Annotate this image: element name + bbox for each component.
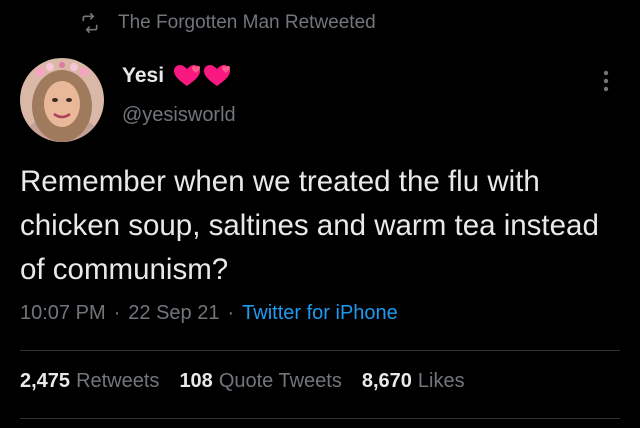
user-handle[interactable]: @yesisworld bbox=[122, 104, 236, 127]
tweet-date[interactable]: 22 Sep 21 bbox=[128, 302, 219, 325]
quote-tweets-stat[interactable]: 108 Quote Tweets bbox=[179, 370, 341, 393]
tweet-text: Remember when we treated the flu with ch… bbox=[20, 165, 599, 286]
retweets-count: 2,475 bbox=[20, 370, 71, 392]
quote-tweets-label: Quote Tweets bbox=[218, 370, 342, 392]
tweet-time[interactable]: 10:07 PM bbox=[20, 302, 106, 325]
tweet-metadata: 10:07 PM · 22 Sep 21 · Twitter for iPhon… bbox=[20, 302, 398, 325]
retweets-label: Retweets bbox=[76, 370, 160, 392]
retweet-icon bbox=[80, 13, 100, 33]
tweet-author[interactable]: Yesi @yesisworld bbox=[122, 62, 236, 127]
tweet-source-link[interactable]: Twitter for iPhone bbox=[242, 302, 398, 325]
meta-separator: · bbox=[113, 302, 121, 324]
divider bbox=[20, 350, 620, 351]
likes-stat[interactable]: 8,670 Likes bbox=[362, 370, 465, 393]
heart-emoji bbox=[174, 65, 201, 86]
retweet-text: The Forgotten Man Retweeted bbox=[118, 12, 376, 33]
display-name[interactable]: Yesi bbox=[122, 64, 164, 88]
retweets-stat[interactable]: 2,475 Retweets bbox=[20, 370, 159, 393]
profile-avatar[interactable] bbox=[20, 58, 104, 142]
meta-separator: · bbox=[227, 302, 235, 324]
more-options-button[interactable] bbox=[596, 66, 616, 96]
tweet-stats: 2,475 Retweets 108 Quote Tweets 8,670 Likes bbox=[20, 370, 485, 393]
retweet-context[interactable]: The Forgotten Man Retweeted bbox=[80, 10, 376, 36]
more-options-icon bbox=[603, 70, 609, 92]
likes-count: 8,670 bbox=[361, 370, 412, 392]
quote-tweets-count: 108 bbox=[179, 370, 213, 392]
likes-label: Likes bbox=[417, 370, 465, 392]
heart-emoji bbox=[204, 65, 231, 86]
divider bbox=[20, 418, 620, 419]
